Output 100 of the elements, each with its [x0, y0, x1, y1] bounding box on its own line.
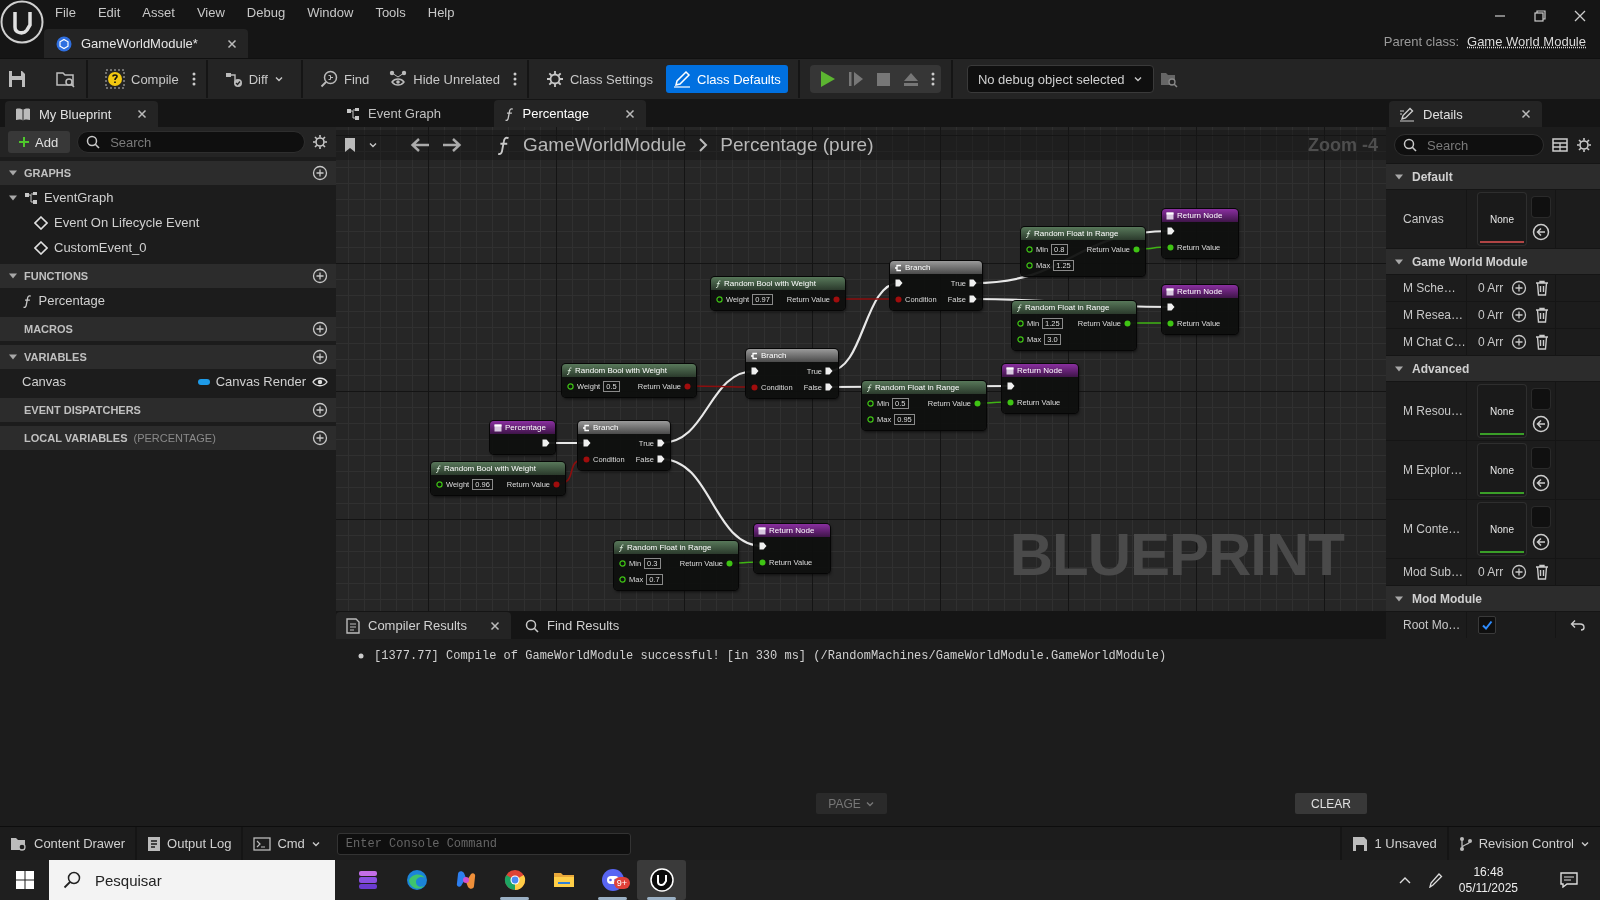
browse-folder-icon[interactable]: [56, 70, 76, 88]
tree-item[interactable]: Event On Lifecycle Event: [54, 215, 200, 230]
close-icon[interactable]: [226, 37, 238, 50]
graph-tab[interactable]: Percentage: [494, 100, 646, 127]
search-field[interactable]: Search: [1425, 136, 1535, 154]
more-options-icon[interactable]: [512, 71, 517, 87]
add-icon[interactable]: [1511, 564, 1528, 580]
hide-unrelated-button[interactable]: Hide Unrelated: [382, 65, 507, 93]
panel-tab[interactable]: My Blueprint: [5, 101, 158, 127]
more-options-icon[interactable]: [191, 71, 196, 87]
eject-icon[interactable]: [902, 71, 919, 87]
search-box[interactable]: Search: [77, 131, 305, 153]
back-arrow-icon[interactable]: [410, 137, 430, 153]
add-icon[interactable]: [312, 165, 328, 181]
use-selected-icon[interactable]: [1532, 474, 1550, 492]
visibility-eye-icon[interactable]: [312, 375, 328, 388]
delete-icon[interactable]: [1535, 334, 1550, 350]
engine-logo-icon[interactable]: [0, 0, 44, 44]
add-button[interactable]: Add: [8, 131, 71, 153]
close-icon[interactable]: [489, 619, 501, 632]
taskbar-search-field[interactable]: Pesquisar: [93, 870, 297, 890]
forward-arrow-icon[interactable]: [442, 137, 462, 153]
tree-item[interactable]: Percentage: [38, 293, 105, 308]
chevron-up-icon[interactable]: [1398, 876, 1411, 884]
expand-arrow-icon[interactable]: [8, 352, 18, 362]
use-selected-icon[interactable]: [1532, 533, 1550, 551]
debug-object-dropdown[interactable]: No debug object selected: [966, 65, 1154, 93]
start-icon[interactable]: [15, 871, 34, 889]
menu-item[interactable]: Debug: [235, 4, 297, 20]
tree-item[interactable]: EventGraph: [44, 190, 114, 205]
close-icon[interactable]: [1520, 108, 1532, 120]
panel-title: Details: [1423, 106, 1464, 122]
find-button[interactable]: Find: [312, 65, 377, 93]
parent-class-link[interactable]: Game World Module: [1467, 34, 1586, 49]
delete-icon[interactable]: [1535, 564, 1550, 580]
delete-icon[interactable]: [1535, 307, 1550, 323]
table-view-icon[interactable]: [1552, 138, 1568, 152]
add-icon[interactable]: [1511, 334, 1528, 350]
search-field[interactable]: Search: [108, 133, 296, 151]
class-settings-button[interactable]: Class Settings: [538, 65, 661, 93]
settings-icon[interactable]: [1576, 137, 1592, 153]
results-tab[interactable]: Find Results: [515, 612, 630, 639]
add-icon[interactable]: [1511, 307, 1528, 323]
add-icon[interactable]: [312, 402, 328, 418]
menu-item[interactable]: Window: [296, 4, 365, 20]
use-selected-icon[interactable]: [1532, 415, 1550, 433]
compile-button[interactable]: Compile: [98, 64, 186, 94]
add-icon[interactable]: [312, 349, 328, 365]
tree-item[interactable]: Canvas: [22, 374, 67, 389]
asset-picker[interactable]: None: [1478, 444, 1526, 496]
diff-button[interactable]: Diff: [217, 65, 291, 93]
stop-icon[interactable]: [875, 71, 891, 87]
menu-item[interactable]: Tools: [364, 4, 417, 20]
close-icon[interactable]: [624, 107, 636, 120]
browse-folder-icon[interactable]: [1159, 70, 1178, 88]
expand-arrow-icon[interactable]: [8, 271, 18, 281]
menu-item[interactable]: Help: [416, 4, 466, 20]
document-tab[interactable]: GameWorldModule*: [44, 29, 248, 58]
search-box[interactable]: Search: [1394, 134, 1544, 156]
checkbox[interactable]: [1478, 616, 1496, 634]
results-tab[interactable]: Compiler Results: [336, 612, 511, 639]
step-icon[interactable]: [847, 71, 864, 87]
menu-item[interactable]: View: [185, 4, 236, 20]
asset-picker[interactable]: None: [1478, 503, 1526, 555]
pen-icon[interactable]: [1426, 872, 1443, 888]
play-icon[interactable]: [819, 70, 836, 88]
taskbar-app[interactable]: 9+: [588, 860, 637, 900]
tree-item[interactable]: CustomEvent_0: [54, 240, 147, 255]
bookmark-icon[interactable]: [344, 137, 356, 153]
expand-arrow-icon[interactable]: [8, 168, 18, 178]
class-defaults-button[interactable]: Class Defaults: [666, 65, 788, 93]
add-icon[interactable]: [312, 321, 328, 337]
graph-node[interactable]: Percentage: [490, 421, 555, 454]
use-selected-icon[interactable]: [1532, 223, 1550, 241]
taskbar-search-box[interactable]: Pesquisar: [49, 860, 335, 900]
add-icon[interactable]: [312, 268, 328, 284]
menu-item[interactable]: Asset: [131, 4, 186, 20]
console-input[interactable]: Enter Console Command: [336, 832, 631, 855]
asset-picker[interactable]: None: [1478, 193, 1526, 245]
breadcrumb-item[interactable]: GameWorldModule: [523, 134, 687, 156]
menu-item[interactable]: File: [44, 4, 87, 20]
menu-item[interactable]: Edit: [86, 4, 132, 20]
notification-icon[interactable]: [1560, 872, 1578, 888]
asset-picker[interactable]: None: [1478, 385, 1526, 437]
restore-icon[interactable]: [1534, 10, 1546, 22]
more-options-icon[interactable]: [930, 71, 935, 87]
panel-tab[interactable]: Details: [1389, 101, 1542, 127]
taskbar-app[interactable]: [637, 860, 686, 900]
graph-tab[interactable]: Event Graph: [336, 100, 488, 127]
close-icon[interactable]: [136, 108, 148, 120]
clear-button[interactable]: CLEAR: [1295, 793, 1367, 814]
delete-icon[interactable]: [1535, 280, 1550, 296]
save-icon[interactable]: [8, 70, 26, 88]
reset-icon[interactable]: [1570, 619, 1586, 631]
add-icon[interactable]: [1511, 280, 1528, 296]
close-icon[interactable]: [1574, 10, 1586, 22]
cmd-dropdown[interactable]: Cmd: [243, 826, 331, 861]
breadcrumb-item[interactable]: Percentage (pure): [720, 134, 874, 156]
settings-icon[interactable]: [312, 134, 328, 150]
add-icon[interactable]: [312, 430, 328, 446]
